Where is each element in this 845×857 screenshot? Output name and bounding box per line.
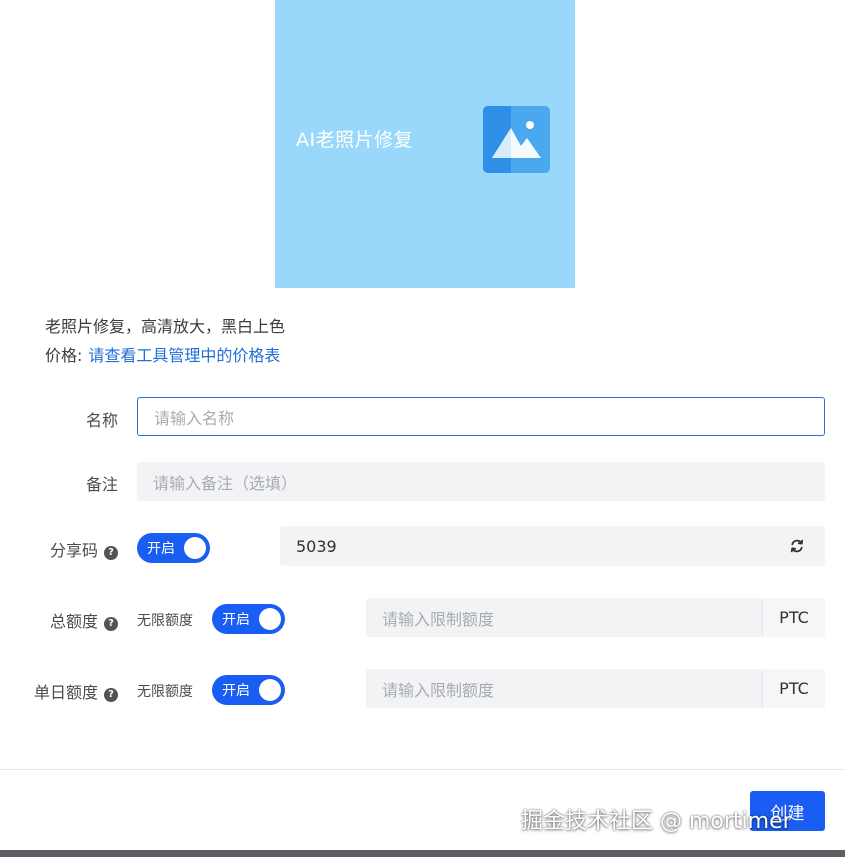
watermark: 掘金技术社区 @ mortimer (521, 809, 792, 834)
preview-title: AI老照片修复 (296, 129, 414, 151)
total-quota-label-text: 总额度 (49, 612, 98, 631)
toggle-knob (259, 679, 281, 701)
toggle-knob (259, 608, 281, 630)
share-code-toggle[interactable]: 开启 (137, 533, 210, 563)
total-quota-unit: PTC (762, 598, 825, 637)
total-quota-unlimited-label: 无限额度 (137, 613, 193, 629)
remark-label: 备注 (85, 475, 118, 494)
daily-quota-placeholder: 请输入限制额度 (382, 680, 495, 700)
daily-quota-label-text: 单日额度 (33, 683, 98, 702)
price-label: 价格: (45, 346, 83, 365)
help-icon[interactable]: ? (104, 688, 118, 702)
name-placeholder: 请输入名称 (154, 408, 235, 428)
tool-preview-card: AI老照片修复 (275, 0, 575, 288)
total-quota-input[interactable]: 请输入限制额度 (366, 598, 762, 637)
help-icon[interactable]: ? (104, 546, 118, 560)
name-label: 名称 (85, 411, 118, 430)
daily-quota-label: 单日额度? (34, 679, 118, 703)
share-code-label-text: 分享码 (49, 541, 98, 560)
refresh-icon[interactable] (789, 538, 805, 554)
share-code-toggle-label: 开启 (147, 541, 175, 557)
total-quota-unlimited-toggle[interactable]: 开启 (212, 604, 285, 634)
remark-placeholder: 请输入备注（选填） (153, 473, 298, 493)
price-row: 价格: 请查看工具管理中的价格表 (45, 341, 285, 370)
total-quota-placeholder: 请输入限制额度 (382, 609, 495, 629)
daily-quota-unit: PTC (762, 669, 825, 708)
share-code-label: 分享码? (50, 537, 118, 561)
price-table-link[interactable]: 请查看工具管理中的价格表 (88, 346, 280, 365)
share-code-value: 5039 (296, 536, 337, 556)
daily-quota-unlimited-label: 无限额度 (137, 684, 193, 700)
image-icon (483, 106, 550, 173)
daily-quota-unlimited-toggle[interactable]: 开启 (212, 675, 285, 705)
help-icon[interactable]: ? (104, 617, 118, 631)
bottom-edge-bar (0, 850, 845, 857)
remark-input[interactable]: 请输入备注（选填） (137, 462, 825, 501)
toggle-knob (184, 537, 206, 559)
tool-description: 老照片修复，高清放大，黑白上色 价格: 请查看工具管理中的价格表 (45, 312, 285, 370)
daily-quota-input[interactable]: 请输入限制额度 (366, 669, 762, 708)
name-input[interactable]: 请输入名称 (137, 397, 825, 436)
total-quota-toggle-label: 开启 (222, 612, 250, 628)
footer-divider (0, 769, 845, 770)
daily-quota-toggle-label: 开启 (222, 683, 250, 699)
share-code-input[interactable]: 5039 (280, 526, 825, 566)
tool-summary: 老照片修复，高清放大，黑白上色 (45, 317, 286, 336)
total-quota-label: 总额度? (50, 608, 118, 632)
